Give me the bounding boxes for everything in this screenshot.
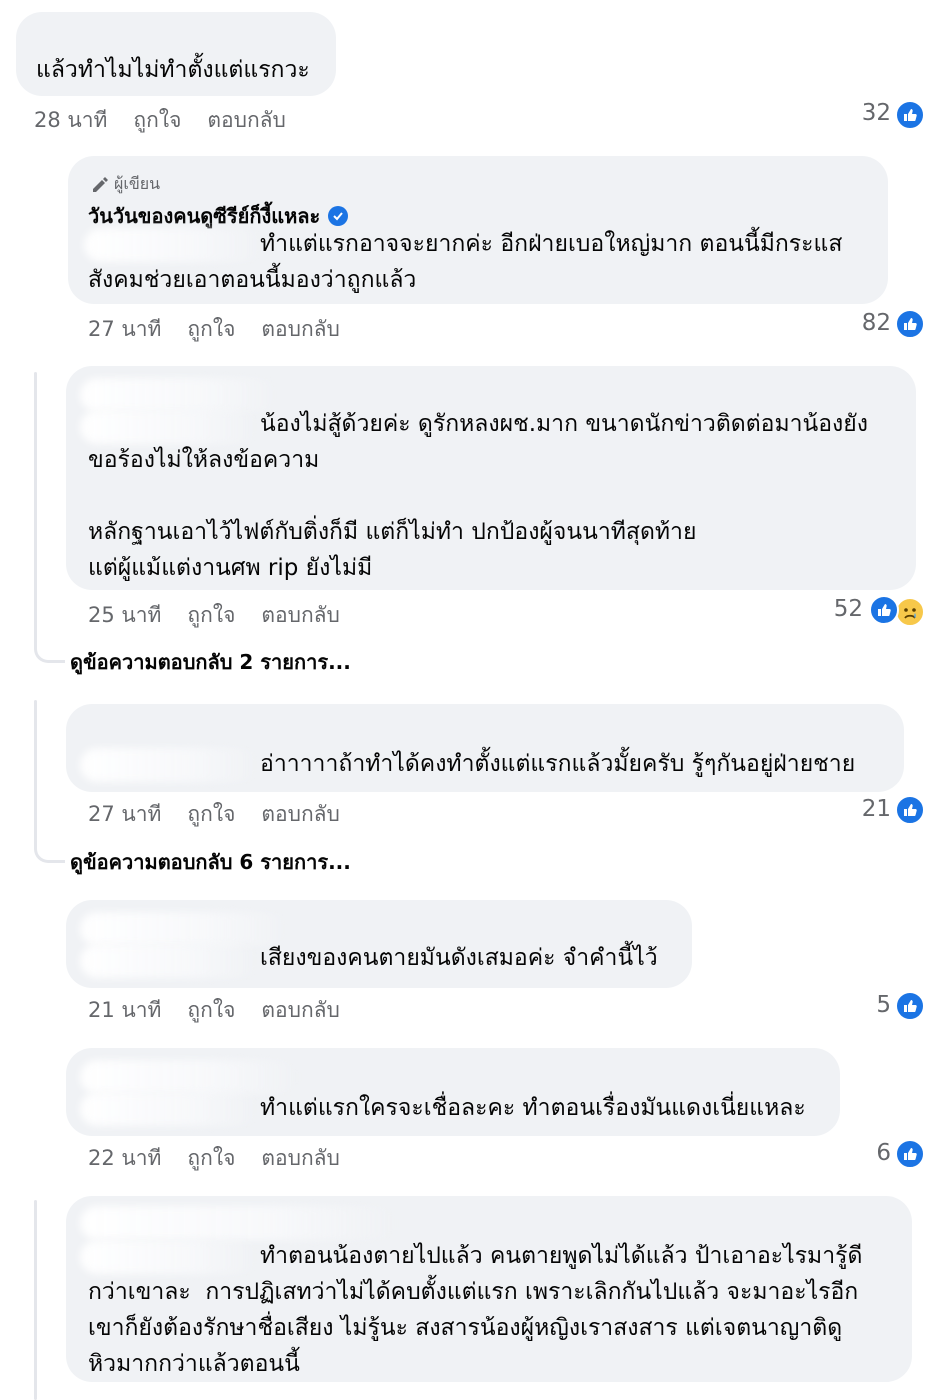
author-badge: ผู้เขียน: [90, 172, 160, 197]
comment-text: อ่าาาาาถ้าทำได้คงทำตั้งแต่แรกแล้วมั้ยครั…: [260, 751, 856, 777]
comment-actions: 27 นาที ถูกใจ ตอบกลับ: [88, 313, 340, 346]
comment-actions: 21 นาที ถูกใจ ตอบกลับ: [88, 994, 340, 1027]
thread-line: [34, 1200, 37, 1400]
reply-button[interactable]: ตอบกลับ: [207, 104, 286, 137]
sad-icon[interactable]: [895, 597, 925, 627]
comment-time[interactable]: 25 นาที: [88, 599, 161, 632]
comment-actions: 28 นาที ถูกใจ ตอบกลับ: [34, 104, 286, 137]
like-icon[interactable]: [895, 795, 925, 825]
comment-actions: 22 นาที ถูกใจ ตอบกลับ: [88, 1142, 340, 1175]
like-icon[interactable]: [895, 100, 925, 130]
comment-time[interactable]: 28 นาที: [34, 104, 107, 137]
comment-actions: 25 นาที ถูกใจ ตอบกลับ: [88, 599, 340, 632]
reaction-count[interactable]: 32: [862, 100, 891, 126]
reply-button[interactable]: ตอบกลับ: [261, 1142, 340, 1175]
author-badge-label: ผู้เขียน: [114, 174, 161, 193]
thread-connector: [34, 620, 65, 663]
like-button[interactable]: ถูกใจ: [187, 313, 235, 346]
comment-time[interactable]: 21 นาที: [88, 994, 161, 1027]
like-button[interactable]: ถูกใจ: [133, 104, 181, 137]
reply-button[interactable]: ตอบกลับ: [261, 313, 340, 346]
thread-line: [34, 700, 37, 840]
comment-actions: 27 นาที ถูกใจ ตอบกลับ: [88, 798, 340, 831]
thread-line: [34, 372, 37, 642]
like-icon[interactable]: [895, 991, 925, 1021]
like-icon[interactable]: [895, 1139, 925, 1169]
view-replies-link[interactable]: ดูข้อความตอบกลับ 6 รายการ...: [70, 846, 351, 878]
like-button[interactable]: ถูกใจ: [187, 1142, 235, 1175]
like-icon[interactable]: [869, 595, 899, 625]
comment-text: แล้วทำไมไม่ทำตั้งแต่แรกวะ: [36, 57, 310, 83]
view-replies-link[interactable]: ดูข้อความตอบกลับ 2 รายการ...: [70, 646, 351, 678]
reaction-count[interactable]: 5: [876, 992, 891, 1018]
like-button[interactable]: ถูกใจ: [187, 599, 235, 632]
comment-time[interactable]: 27 นาที: [88, 313, 161, 346]
redacted-name: [80, 1060, 300, 1094]
reaction-count[interactable]: 6: [876, 1140, 891, 1166]
like-button[interactable]: ถูกใจ: [187, 798, 235, 831]
reply-button[interactable]: ตอบกลับ: [261, 994, 340, 1027]
thread-connector: [34, 820, 65, 863]
verified-badge-icon: [328, 206, 349, 226]
reply-button[interactable]: ตอบกลับ: [261, 798, 340, 831]
pencil-icon: [93, 176, 108, 192]
comment-text: ทำตอนน้องตายไปแล้ว คนตายพูดไม่ได้แล้ว ป้…: [88, 1243, 863, 1377]
redacted-name: [80, 1206, 400, 1240]
comment-text: เสียงของคนตายมันดังเสมอค่ะ จำคำนี้ไว้: [260, 945, 658, 971]
reaction-count[interactable]: 52: [834, 596, 863, 622]
comment-time[interactable]: 22 นาที: [88, 1142, 161, 1175]
comment-text: น้องไม่สู้ด้วยค่ะ ดูรักหลงผช.มาก ขนาดนัก…: [88, 411, 868, 581]
comment-text: ทำแต่แรกอาจจะยากค่ะ อีกฝ่ายเบอใหญ่มาก ตอ…: [88, 231, 843, 293]
reaction-count[interactable]: 21: [862, 796, 891, 822]
reaction-count[interactable]: 82: [862, 310, 891, 336]
comment-text: ทำแต่แรกใครจะเชื่อละคะ ทำตอนเรื่องมันแดง…: [260, 1095, 806, 1121]
reply-button[interactable]: ตอบกลับ: [261, 599, 340, 632]
like-button[interactable]: ถูกใจ: [187, 994, 235, 1027]
like-icon[interactable]: [895, 309, 925, 339]
comment-time[interactable]: 27 นาที: [88, 798, 161, 831]
